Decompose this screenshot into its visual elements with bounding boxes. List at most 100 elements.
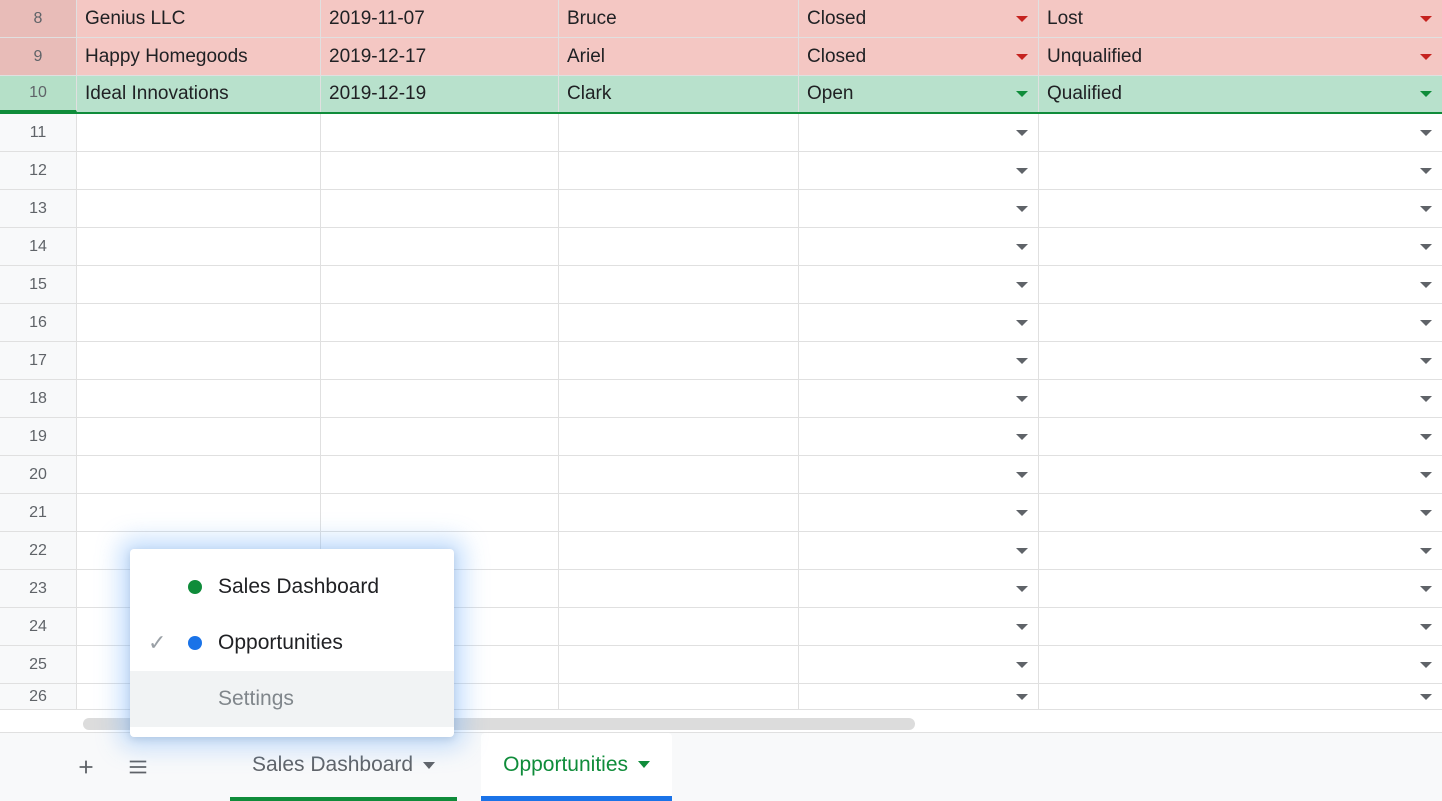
cell[interactable] xyxy=(321,494,559,531)
cell[interactable] xyxy=(799,228,1039,265)
cell[interactable]: 2019-12-17 xyxy=(321,38,559,75)
dropdown-caret-icon[interactable] xyxy=(1420,54,1432,60)
dropdown-caret-icon[interactable] xyxy=(1420,168,1432,174)
all-sheets-button[interactable] xyxy=(124,753,152,781)
cell[interactable]: 2019-12-19 xyxy=(321,76,559,112)
cell[interactable] xyxy=(799,152,1039,189)
dropdown-caret-icon[interactable] xyxy=(1016,548,1028,554)
cell[interactable] xyxy=(77,228,321,265)
chevron-down-icon[interactable] xyxy=(638,761,650,768)
cell[interactable] xyxy=(559,608,799,645)
cell[interactable] xyxy=(321,266,559,303)
cell[interactable]: Genius LLC xyxy=(77,0,321,37)
cell[interactable] xyxy=(1039,608,1442,645)
cell[interactable] xyxy=(321,114,559,151)
cell[interactable] xyxy=(77,152,321,189)
row-header[interactable]: 8 xyxy=(0,0,77,37)
cell[interactable] xyxy=(1039,570,1442,607)
cell[interactable] xyxy=(559,342,799,379)
row-header[interactable]: 20 xyxy=(0,456,77,493)
dropdown-caret-icon[interactable] xyxy=(1016,662,1028,668)
row-header[interactable]: 15 xyxy=(0,266,77,303)
cell[interactable] xyxy=(559,456,799,493)
cell[interactable] xyxy=(799,456,1039,493)
cell[interactable]: Closed xyxy=(799,0,1039,37)
row-header[interactable]: 10 xyxy=(0,76,77,112)
dropdown-caret-icon[interactable] xyxy=(1016,358,1028,364)
dropdown-caret-icon[interactable] xyxy=(1016,320,1028,326)
cell[interactable] xyxy=(1039,418,1442,455)
cell[interactable]: Qualified xyxy=(1039,76,1442,112)
cell[interactable] xyxy=(77,342,321,379)
cell[interactable] xyxy=(559,380,799,417)
row-header[interactable]: 13 xyxy=(0,190,77,227)
cell[interactable] xyxy=(559,418,799,455)
popup-item-sales-dashboard[interactable]: Sales Dashboard xyxy=(130,559,454,615)
cell[interactable] xyxy=(799,494,1039,531)
row-header[interactable]: 16 xyxy=(0,304,77,341)
popup-item-opportunities[interactable]: ✓ Opportunities xyxy=(130,615,454,671)
cell[interactable] xyxy=(77,494,321,531)
dropdown-caret-icon[interactable] xyxy=(1420,244,1432,250)
dropdown-caret-icon[interactable] xyxy=(1420,358,1432,364)
dropdown-caret-icon[interactable] xyxy=(1016,91,1028,97)
row-header[interactable]: 9 xyxy=(0,38,77,75)
cell[interactable] xyxy=(559,152,799,189)
cell[interactable] xyxy=(321,342,559,379)
cell[interactable] xyxy=(559,684,799,709)
dropdown-caret-icon[interactable] xyxy=(1016,434,1028,440)
row-header[interactable]: 22 xyxy=(0,532,77,569)
cell[interactable] xyxy=(1039,152,1442,189)
dropdown-caret-icon[interactable] xyxy=(1420,320,1432,326)
cell[interactable] xyxy=(1039,380,1442,417)
dropdown-caret-icon[interactable] xyxy=(1420,548,1432,554)
cell[interactable] xyxy=(799,684,1039,709)
cell[interactable] xyxy=(77,418,321,455)
add-sheet-button[interactable] xyxy=(72,753,100,781)
cell[interactable] xyxy=(799,114,1039,151)
dropdown-caret-icon[interactable] xyxy=(1016,54,1028,60)
cell[interactable] xyxy=(559,190,799,227)
dropdown-caret-icon[interactable] xyxy=(1420,624,1432,630)
dropdown-caret-icon[interactable] xyxy=(1016,244,1028,250)
cell[interactable] xyxy=(559,570,799,607)
cell[interactable] xyxy=(559,228,799,265)
cell[interactable] xyxy=(1039,532,1442,569)
cell[interactable]: Ideal Innovations xyxy=(77,76,321,112)
row-header[interactable]: 17 xyxy=(0,342,77,379)
cell[interactable] xyxy=(1039,456,1442,493)
dropdown-caret-icon[interactable] xyxy=(1420,510,1432,516)
dropdown-caret-icon[interactable] xyxy=(1420,396,1432,402)
cell[interactable] xyxy=(1039,304,1442,341)
cell[interactable] xyxy=(559,646,799,683)
cell[interactable]: Lost xyxy=(1039,0,1442,37)
cell[interactable] xyxy=(1039,190,1442,227)
chevron-down-icon[interactable] xyxy=(423,762,435,769)
cell[interactable] xyxy=(321,380,559,417)
dropdown-caret-icon[interactable] xyxy=(1016,510,1028,516)
row-header[interactable]: 19 xyxy=(0,418,77,455)
row-header[interactable]: 21 xyxy=(0,494,77,531)
cell[interactable]: Unqualified xyxy=(1039,38,1442,75)
dropdown-caret-icon[interactable] xyxy=(1420,694,1432,700)
row-header[interactable]: 26 xyxy=(0,684,77,709)
cell[interactable]: Bruce xyxy=(559,0,799,37)
cell[interactable] xyxy=(559,114,799,151)
dropdown-caret-icon[interactable] xyxy=(1016,396,1028,402)
cell[interactable] xyxy=(799,266,1039,303)
cell[interactable] xyxy=(559,266,799,303)
cell[interactable] xyxy=(77,190,321,227)
dropdown-caret-icon[interactable] xyxy=(1016,472,1028,478)
cell[interactable] xyxy=(799,304,1039,341)
cell[interactable] xyxy=(559,494,799,531)
cell[interactable] xyxy=(799,646,1039,683)
row-header[interactable]: 25 xyxy=(0,646,77,683)
dropdown-caret-icon[interactable] xyxy=(1016,130,1028,136)
cell[interactable]: Open xyxy=(799,76,1039,112)
cell[interactable] xyxy=(1039,684,1442,709)
cell[interactable] xyxy=(77,456,321,493)
dropdown-caret-icon[interactable] xyxy=(1016,168,1028,174)
dropdown-caret-icon[interactable] xyxy=(1420,16,1432,22)
row-header[interactable]: 14 xyxy=(0,228,77,265)
cell[interactable] xyxy=(799,380,1039,417)
